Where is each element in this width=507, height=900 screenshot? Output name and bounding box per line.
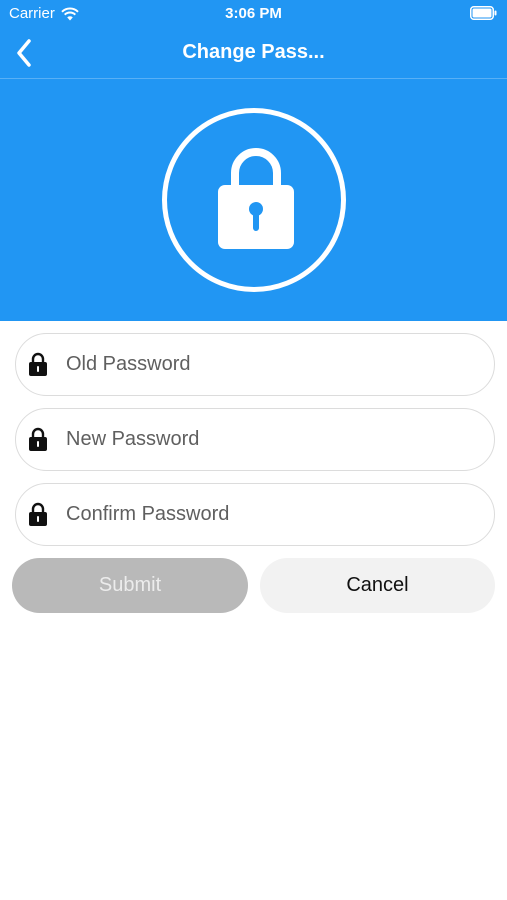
page-title: Change Pass... [182,41,325,63]
new-password-field[interactable] [15,408,495,471]
lock-icon [29,427,47,451]
lock-icon [218,148,294,249]
navigation-bar: Change Pass... [0,28,507,79]
status-bar: Carrier 3:06 PM [0,0,507,28]
old-password-field[interactable] [15,333,495,396]
status-time: 3:06 PM [225,5,282,22]
submit-button[interactable]: Submit [12,558,248,613]
lock-circle [162,108,346,292]
header-banner: Carrier 3:06 PM Change Pass... [0,0,507,321]
confirm-password-input[interactable] [66,484,476,545]
new-password-input[interactable] [66,409,476,470]
battery-icon [470,6,497,20]
confirm-password-field[interactable] [15,483,495,546]
lock-icon [29,502,47,526]
lock-icon [29,352,47,376]
old-password-input[interactable] [66,334,476,395]
cancel-button[interactable]: Cancel [260,558,495,613]
